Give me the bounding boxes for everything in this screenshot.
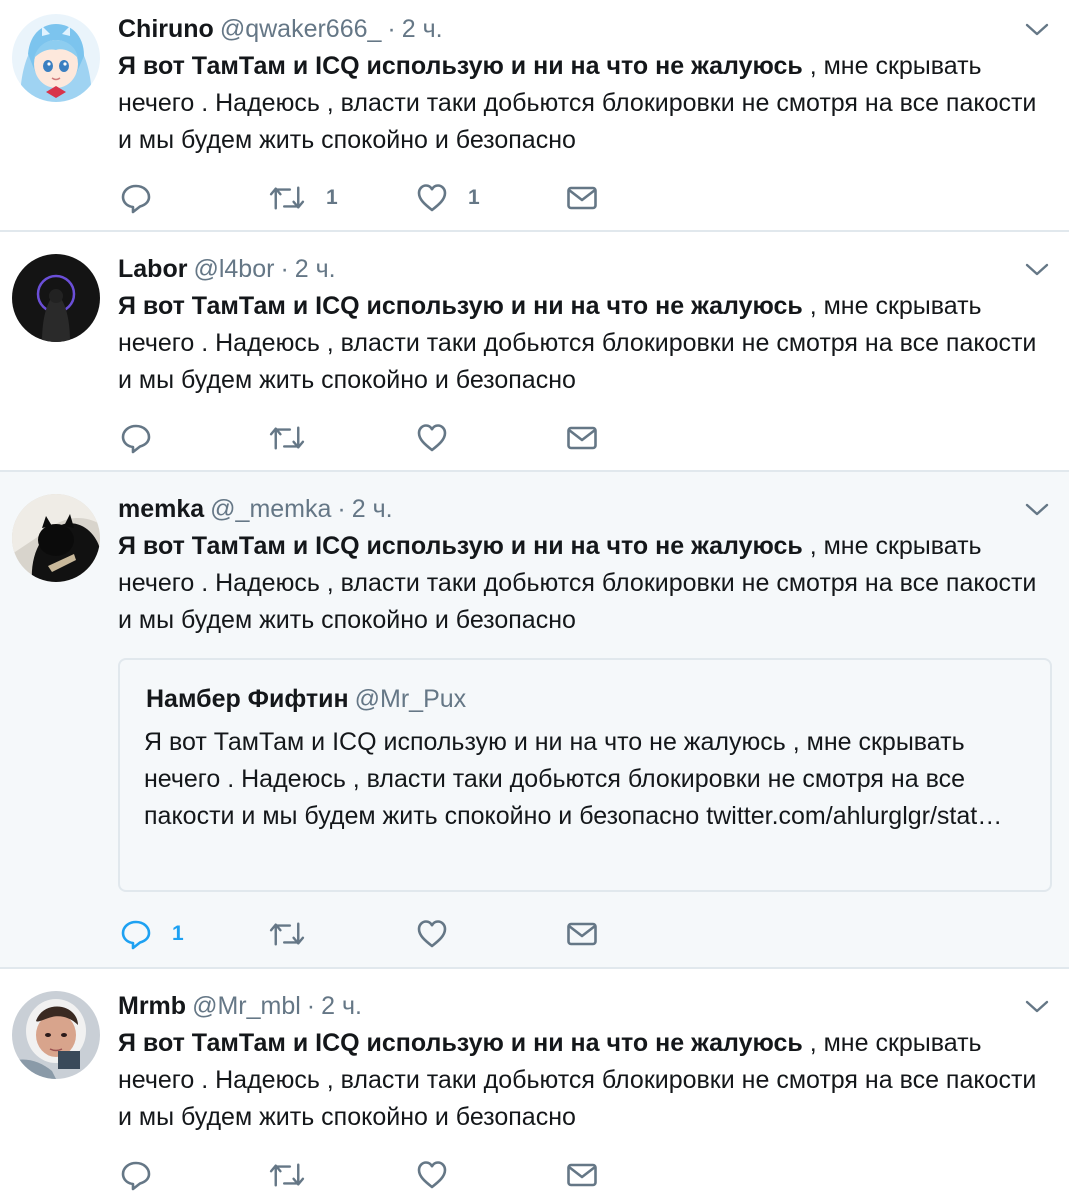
direct-message-icon <box>566 918 598 950</box>
tweet-header: memka @_memka · 2 ч. <box>118 494 393 524</box>
tweet-text-bold: Я вот ТамТам и ICQ использую и ни на что… <box>118 52 803 80</box>
reply-count: 1 <box>172 922 184 945</box>
tweet-header: Labor @l4bor · 2 ч. <box>118 254 336 284</box>
direct-message-button[interactable] <box>566 418 598 458</box>
direct-message-button[interactable] <box>566 178 598 218</box>
quoted-author-name: Намбер Фифтин <box>146 685 349 713</box>
more-caret-icon[interactable] <box>1025 260 1049 280</box>
like-button[interactable] <box>416 914 448 954</box>
reply-icon <box>120 422 152 454</box>
tweet-item[interactable]: Chiruno @qwaker666_ · 2 ч. Я вот ТамТам и I… <box>0 0 1069 232</box>
tweet-item[interactable]: Labor @l4bor · 2 ч. Я вот ТамТам и ICQ испо… <box>0 232 1069 472</box>
like-icon <box>416 422 448 454</box>
direct-message-icon <box>566 182 598 214</box>
direct-message-button[interactable] <box>566 1155 598 1195</box>
author-name[interactable]: Labor <box>118 255 187 283</box>
more-caret-icon[interactable] <box>1025 20 1049 40</box>
author-name[interactable]: memka <box>118 495 204 523</box>
direct-message-button[interactable] <box>566 914 598 954</box>
author-handle[interactable]: @_memka <box>210 495 331 523</box>
tweet-text: Я вот ТамТам и ICQ использую и ни на что… <box>118 48 1038 159</box>
like-count: 1 <box>468 186 480 209</box>
reply-icon <box>120 182 152 214</box>
quoted-author-handle: @Mr_Pux <box>354 685 467 713</box>
author-handle[interactable]: @l4bor <box>193 255 274 283</box>
tweet-text: Я вот ТамТам и ICQ использую и ни на что… <box>118 528 1038 639</box>
tweet-item[interactable]: Mrmb @Mr_mbl · 2 ч. Я вот ТамТам и ICQ испо… <box>0 969 1069 1200</box>
tweet-actions <box>118 418 718 458</box>
timestamp[interactable]: 2 ч. <box>321 992 362 1020</box>
avatar[interactable] <box>12 14 100 102</box>
retweet-icon <box>268 423 306 453</box>
quoted-tweet-text: Я вот ТамТам и ICQ использую и ни на что… <box>144 728 1003 830</box>
reply-icon <box>120 1159 152 1191</box>
author-handle[interactable]: @Mr_mbl <box>192 992 301 1020</box>
tweet-text-bold: Я вот ТамТам и ICQ использую и ни на что… <box>118 1029 803 1057</box>
like-button[interactable] <box>416 1155 448 1195</box>
separator-dot: · <box>337 495 346 523</box>
tweet-actions <box>118 1155 718 1195</box>
timestamp[interactable]: 2 ч. <box>402 15 443 43</box>
reply-icon <box>120 918 152 950</box>
like-button[interactable] <box>416 418 448 458</box>
like-button[interactable]: 1 <box>416 178 480 218</box>
author-name[interactable]: Chiruno <box>118 15 214 43</box>
avatar[interactable] <box>12 991 100 1079</box>
reply-button[interactable] <box>120 178 152 218</box>
tweet-actions: 1 <box>118 914 718 954</box>
reply-button[interactable]: 1 <box>120 914 184 954</box>
quoted-tweet-header: Намбер Фифтин @Mr_Pux <box>146 684 466 714</box>
more-caret-icon[interactable] <box>1025 997 1049 1017</box>
tweet-actions: 1 1 <box>118 178 718 218</box>
separator-dot: · <box>280 255 289 283</box>
avatar[interactable] <box>12 254 100 342</box>
tweet-text: Я вот ТамТам и ICQ использую и ни на что… <box>118 1025 1038 1136</box>
author-name[interactable]: Mrmb <box>118 992 186 1020</box>
tweet-text-bold: Я вот ТамТам и ICQ использую и ни на что… <box>118 532 803 560</box>
retweet-icon <box>268 1160 306 1190</box>
separator-dot: · <box>306 992 316 1020</box>
tweet-text: Я вот ТамТам и ICQ использую и ни на что… <box>118 288 1038 399</box>
direct-message-icon <box>566 422 598 454</box>
retweet-button[interactable] <box>268 914 306 954</box>
quoted-tweet[interactable]: Намбер Фифтин @Mr_Pux Я вот ТамТам и ICQ … <box>118 658 1052 892</box>
tweet-item[interactable]: memka @_memka · 2 ч. Я вот ТамТам и ICQ исп… <box>0 472 1069 969</box>
reply-button[interactable] <box>120 1155 152 1195</box>
retweet-icon <box>268 919 306 949</box>
retweet-button[interactable] <box>268 1155 306 1195</box>
separator-dot: · <box>387 15 396 43</box>
more-caret-icon[interactable] <box>1025 500 1049 520</box>
like-icon <box>416 182 448 214</box>
reply-button[interactable] <box>120 418 152 458</box>
avatar[interactable] <box>12 494 100 582</box>
retweet-button[interactable]: 1 <box>268 178 338 218</box>
timestamp[interactable]: 2 ч. <box>295 255 336 283</box>
tweet-text-bold: Я вот ТамТам и ICQ использую и ни на что… <box>118 292 803 320</box>
retweet-count: 1 <box>326 186 338 209</box>
direct-message-icon <box>566 1159 598 1191</box>
timestamp[interactable]: 2 ч. <box>352 495 393 523</box>
retweet-icon <box>268 183 306 213</box>
tweet-header: Mrmb @Mr_mbl · 2 ч. <box>118 991 362 1021</box>
tweet-header: Chiruno @qwaker666_ · 2 ч. <box>118 14 443 44</box>
author-handle[interactable]: @qwaker666_ <box>220 15 382 43</box>
retweet-button[interactable] <box>268 418 306 458</box>
like-icon <box>416 918 448 950</box>
like-icon <box>416 1159 448 1191</box>
